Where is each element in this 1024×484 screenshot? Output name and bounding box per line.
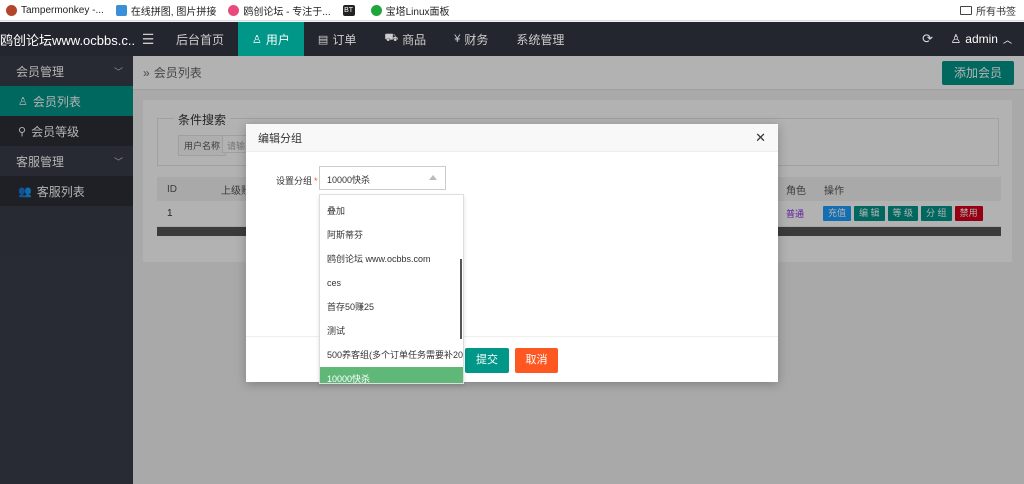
nav-home[interactable]: 后台首页 [162,22,238,56]
bt-icon: BT [342,4,355,16]
nav-products[interactable]: ⛟ 商品 [370,22,440,56]
puzzle-icon [115,4,127,16]
top-header: 鸥创论坛www.ocbbs.c... ☰ 后台首页 ♙ 用户 ▤ 订单 ⛟ 商品 ¥ 财… [0,22,1024,56]
user-icon: ♙ [950,32,962,46]
dropdown-option-selected[interactable]: 10000快杀 [320,367,463,383]
menu-toggle-icon[interactable]: ☰ [134,31,162,48]
group-select-value: 10000快杀 [327,175,371,185]
nav-system[interactable]: 系统管理 [502,22,578,56]
nav-users[interactable]: ♙ 用户 [238,22,304,56]
cancel-button[interactable]: 取消 [515,348,558,373]
cart-icon: ⛟ [384,32,399,44]
close-icon[interactable]: ✕ [755,130,766,146]
dropdown-option[interactable]: ces [320,271,463,295]
dropdown-option[interactable]: 叠加 [320,199,463,223]
chevron-up-icon: ︿ [1002,34,1012,45]
user-menu[interactable]: ♙ admin ︿ [945,32,1024,46]
chevron-up-icon [429,175,437,180]
group-dropdown: 叠加 阿斯蒂芬 鸥创论坛 www.ocbbs.com ces 首存50赚25 测… [319,194,464,384]
dropdown-option[interactable]: 500养客组(多个订单任务需要补200) [320,343,463,367]
group-label: 设置分组 * [276,176,318,186]
nav-finance[interactable]: ¥ 财务 [440,22,502,56]
bookmark-puzzle[interactable]: 在线拼图, 图片拼接 [115,3,216,18]
bookmark-tampermonkey[interactable]: Tampermonkey -... [6,4,104,16]
bookmark-bt[interactable]: BT [342,4,359,16]
baota-icon [370,4,382,16]
folder-icon [960,6,972,15]
dropdown-option[interactable]: 首存50赚25 [320,295,463,319]
group-select[interactable]: 10000快杀 [319,166,446,190]
order-icon: ▤ [317,33,329,46]
tampermonkey-icon [6,4,17,16]
bookmarks-bar: Tampermonkey -... 在线拼图, 图片拼接 鸥创论坛 - 专注于.… [0,0,1024,21]
required-mark: * [314,176,318,186]
dropdown-option[interactable]: 测试 [320,319,463,343]
dropdown-option[interactable]: 阿斯蒂芬 [320,223,463,247]
dropdown-scrollbar[interactable] [460,259,462,339]
yen-icon: ¥ [454,33,461,45]
user-icon: ♙ [252,33,262,46]
site-logo[interactable]: 鸥创论坛www.ocbbs.c... [0,30,134,49]
forum-icon [228,4,240,16]
modal-title: 编辑分组 [258,132,302,145]
nav-orders[interactable]: ▤ 订单 [304,22,370,56]
all-bookmarks[interactable]: 所有书签 [960,3,1016,18]
bookmark-forum[interactable]: 鸥创论坛 - 专注于... [228,3,331,18]
bookmark-baota[interactable]: 宝塔Linux面板 [370,3,450,18]
submit-button[interactable]: 提交 [465,348,509,373]
top-nav: 后台首页 ♙ 用户 ▤ 订单 ⛟ 商品 ¥ 财务 系统管理 [162,22,578,56]
refresh-icon[interactable]: ⟳ [911,31,945,47]
modal-header: 编辑分组 ✕ [246,124,778,152]
dropdown-option[interactable]: 鸥创论坛 www.ocbbs.com [320,247,463,271]
